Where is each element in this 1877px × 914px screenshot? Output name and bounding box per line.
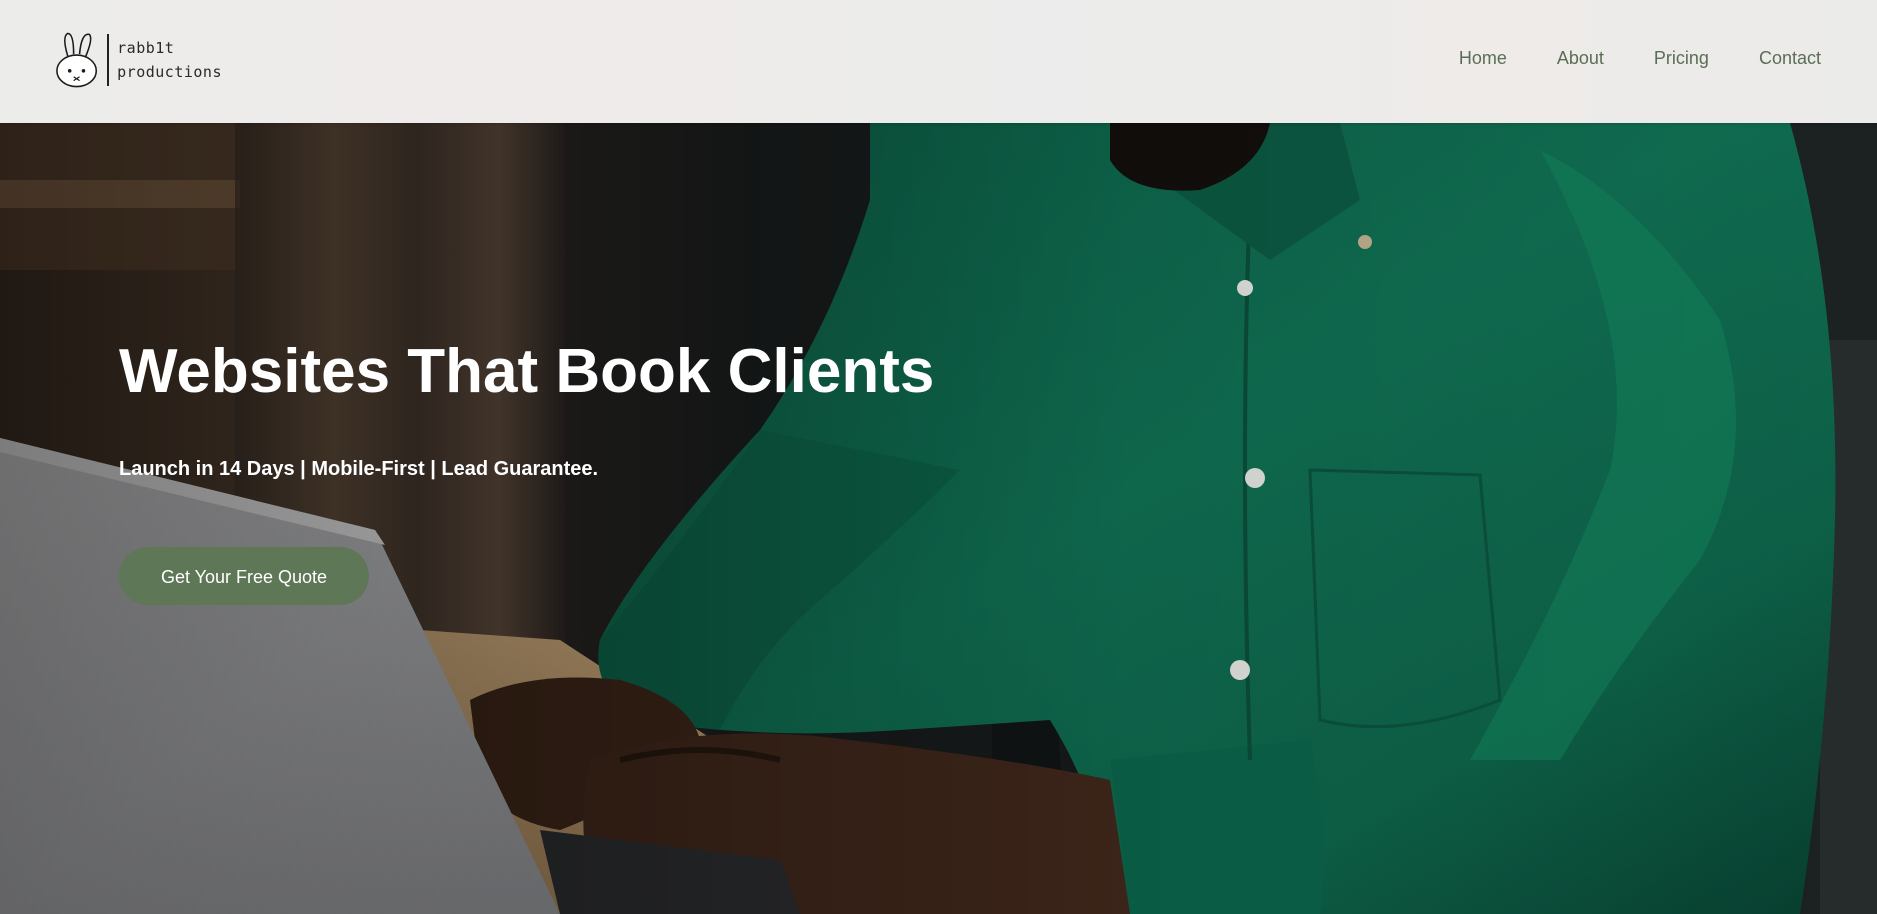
hero-title: Websites That Book Clients [119, 337, 935, 406]
brand-logo[interactable]: rabb1t productions [52, 30, 222, 90]
nav-link-contact[interactable]: Contact [1759, 48, 1821, 69]
logo-line-2: productions [117, 63, 222, 81]
main-nav: Home About Pricing Contact [1409, 48, 1821, 69]
hero-subtitle: Launch in 14 Days | Mobile-First | Lead … [119, 458, 599, 480]
logo-wordmark: rabb1t productions [117, 36, 222, 84]
site-header: rabb1t productions Home About Pricing Co… [0, 0, 1877, 123]
logo-line-1: rabb1t [117, 39, 175, 57]
logo-divider [107, 34, 110, 86]
rabbit-logo-icon [56, 32, 98, 88]
landing-page: rabb1t productions Home About Pricing Co… [0, 0, 1877, 914]
nav-link-about[interactable]: About [1557, 48, 1604, 69]
get-free-quote-button[interactable]: Get Your Free Quote [119, 547, 369, 605]
hero-section: Websites That Book Clients Launch in 14 … [119, 336, 934, 605]
nav-link-pricing[interactable]: Pricing [1654, 48, 1709, 69]
nav-link-home[interactable]: Home [1459, 48, 1507, 69]
